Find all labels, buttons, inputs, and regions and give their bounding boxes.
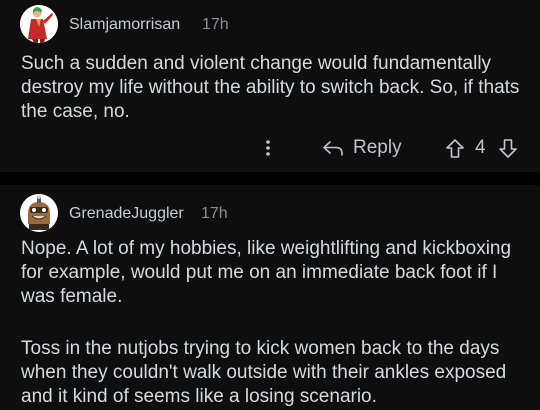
downvote-arrow-icon xyxy=(499,138,517,158)
reply-button[interactable]: Reply xyxy=(322,137,402,159)
upvote-button[interactable] xyxy=(445,137,465,159)
vote-score: 4 xyxy=(475,137,486,158)
avatar[interactable] xyxy=(20,194,58,232)
comment-card: Slamjamorrisan 17h Such a sudden and vio… xyxy=(0,0,540,172)
upvote-arrow-icon xyxy=(446,138,464,158)
more-vertical-icon xyxy=(266,140,270,156)
timestamp: 17h xyxy=(201,205,228,222)
reply-label: Reply xyxy=(353,137,402,158)
avatar-image xyxy=(20,194,58,232)
downvote-button[interactable] xyxy=(498,137,518,159)
comment-paragraph: Nope. A lot of my hobbies, like weightli… xyxy=(21,238,512,307)
comment-paragraph: Toss in the nutjobs trying to kick women… xyxy=(21,338,507,407)
username[interactable]: GrenadeJuggler xyxy=(69,205,184,223)
avatar-image xyxy=(20,5,58,43)
avatar[interactable] xyxy=(20,5,58,43)
comment-body: Such a sudden and violent change would f… xyxy=(21,53,520,122)
username[interactable]: Slamjamorrisan xyxy=(69,16,180,34)
comment-card: GrenadeJuggler 17h Nope. A lot of my hob… xyxy=(0,185,540,410)
more-options-button[interactable] xyxy=(260,137,276,159)
timestamp: 17h xyxy=(202,16,229,33)
reply-arrow-icon xyxy=(323,141,343,156)
